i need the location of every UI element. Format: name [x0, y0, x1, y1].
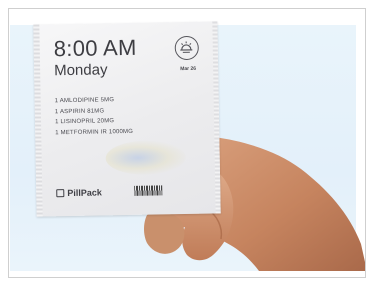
pillpack-logo-icon: [56, 189, 65, 198]
pill-pouch: 8:00 AM Monday Mar 26 1 AMLODIPINE 5MG 1…: [33, 21, 221, 217]
dose-day: Monday: [53, 61, 108, 80]
brand-name: PillPack: [67, 187, 102, 199]
pills-inside: [105, 139, 186, 176]
dose-date: Mar 26: [180, 65, 197, 73]
brand-logo: PillPack: [56, 187, 102, 198]
sunrise-icon: [174, 35, 199, 61]
barcode: [134, 185, 163, 196]
image-frame: 8:00 AM Monday Mar 26 1 AMLODIPINE 5MG 1…: [8, 8, 366, 278]
dose-time: 8:00 AM: [53, 34, 137, 62]
medication-list: 1 AMLODIPINE 5MG 1 ASPIRIN 81MG 1 LISINO…: [55, 95, 134, 138]
medication-item: 1 METFORMIN IR 1000MG: [55, 128, 134, 136]
